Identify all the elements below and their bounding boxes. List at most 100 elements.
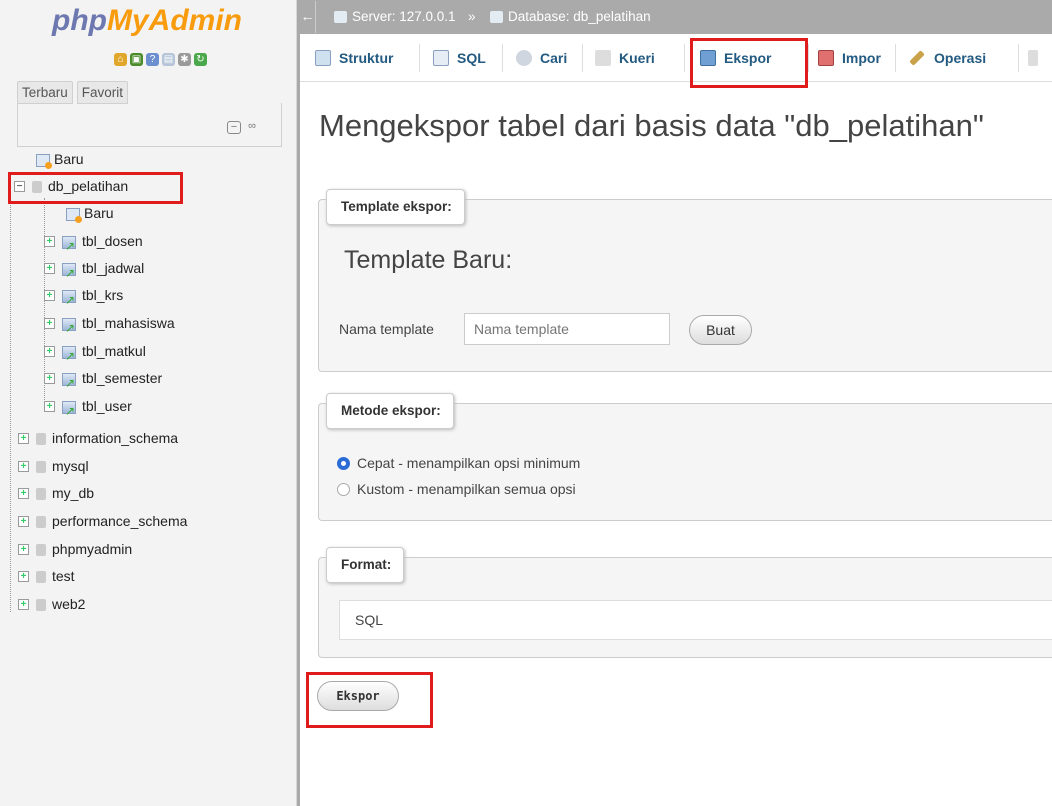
create-template-button[interactable]: Buat [689, 315, 752, 345]
expand-icon[interactable]: + [18, 544, 29, 555]
expand-icon[interactable]: + [44, 373, 55, 384]
tree-item-my-db[interactable]: + my_db [18, 481, 94, 505]
tab-recent[interactable]: Terbaru [17, 81, 73, 104]
tree-item-label: tbl_user [82, 398, 132, 414]
tree-item-information-schema[interactable]: + information_schema [18, 426, 178, 450]
database-icon [36, 571, 46, 584]
tree-item-label: Baru [84, 205, 114, 221]
tree-item-label: my_db [52, 485, 95, 501]
import-icon [818, 50, 834, 66]
tab-cari[interactable]: Cari [516, 34, 567, 82]
tree-item-label: web2 [52, 596, 86, 612]
logo-text-myadmin: MyAdmin [106, 4, 242, 37]
tree-item-label: information_schema [52, 430, 179, 446]
logout-icon[interactable]: ▣ [130, 53, 143, 66]
more-icon [1028, 50, 1038, 66]
expand-icon[interactable]: + [18, 571, 29, 582]
logo-text-php: php [52, 4, 107, 37]
nav-tabs: Terbaru Favorit [17, 81, 129, 104]
radio-quick[interactable]: Cepat - menampilkan opsi minimum [337, 453, 580, 473]
expand-icon[interactable]: + [18, 488, 29, 499]
expand-icon[interactable]: + [44, 401, 55, 412]
database-icon [36, 544, 46, 557]
tree-item-label: tbl_krs [82, 287, 124, 303]
tree-item-tbl-jadwal[interactable]: + tbl_jadwal [44, 256, 144, 285]
breadcrumb-database[interactable]: Database: db_pelatihan [490, 0, 651, 34]
wrench-icon [909, 50, 925, 66]
tree-item-tbl-semester[interactable]: + tbl_semester [44, 366, 163, 395]
reload-icon[interactable]: ↻ [194, 53, 207, 66]
expand-icon[interactable]: + [44, 263, 55, 274]
main-tabs: Struktur SQL Cari Kueri Ekspor Impor Ope… [300, 34, 1052, 88]
tree-item-mysql[interactable]: + mysql [18, 454, 89, 478]
tree-item-phpmyadmin[interactable]: + phpmyadmin [18, 537, 132, 561]
breadcrumb-server[interactable]: Server: 127.0.0.1 [334, 0, 456, 34]
tree-item-label: Baru [54, 151, 84, 167]
sql-icon [433, 50, 449, 66]
table-icon [62, 371, 76, 395]
template-name-input[interactable] [464, 313, 670, 345]
tree-item-label: tbl_mahasiswa [82, 315, 175, 331]
tab-operasi[interactable]: Operasi [909, 34, 986, 82]
tree-item-label: mysql [52, 458, 89, 474]
tree-item-tbl-dosen[interactable]: + tbl_dosen [44, 229, 143, 258]
table-icon [62, 316, 76, 340]
section-legend: Format: [326, 547, 405, 583]
tab-more[interactable] [1028, 34, 1046, 82]
radio-custom[interactable]: Kustom - menampilkan semua opsi [337, 479, 576, 499]
back-arrow-icon[interactable]: ← [300, 1, 316, 33]
docs-icon[interactable]: ▤ [162, 53, 175, 66]
tree-item-tbl-mahasiswa[interactable]: + tbl_mahasiswa [44, 311, 175, 340]
tab-impor[interactable]: Impor [818, 34, 881, 82]
radio-label: Cepat - menampilkan opsi minimum [357, 455, 581, 471]
navigation-panel: phpMyAdmin ⌂ ▣ ? ▤ ✱ ↻ Terbaru Favorit −… [0, 0, 296, 806]
tree-item-new-table[interactable]: Baru [66, 201, 114, 225]
link-with-main-icon[interactable]: ∞ [245, 121, 259, 134]
phpmyadmin-logo[interactable]: phpMyAdmin [52, 4, 262, 48]
radio-button-checked[interactable] [337, 457, 350, 470]
highlight-box-export-button [306, 672, 433, 728]
section-legend: Template ekspor: [326, 189, 465, 225]
tree-item-performance-schema[interactable]: + performance_schema [18, 509, 187, 533]
structure-icon [315, 50, 331, 66]
tree-item-label: tbl_semester [82, 370, 163, 386]
expand-icon[interactable]: + [44, 236, 55, 247]
expand-icon[interactable]: + [44, 290, 55, 301]
tree-item-web2[interactable]: + web2 [18, 592, 85, 616]
format-section: Format: SQL [318, 547, 1052, 658]
expand-icon[interactable]: + [44, 346, 55, 357]
tab-kueri[interactable]: Kueri [595, 34, 655, 82]
help-icon[interactable]: ? [146, 53, 159, 66]
query-icon [595, 50, 611, 66]
template-heading: Template Baru: [344, 246, 513, 274]
database-icon [490, 11, 503, 23]
radio-button[interactable] [337, 483, 350, 496]
tab-favorites[interactable]: Favorit [76, 81, 129, 104]
tree-item-label: test [52, 568, 75, 584]
tab-struktur[interactable]: Struktur [315, 34, 393, 82]
collapse-all-icon[interactable]: − [227, 121, 241, 134]
home-icon[interactable]: ⌂ [114, 53, 127, 66]
format-select[interactable]: SQL [339, 600, 1052, 640]
export-template-section: Template ekspor: Template Baru: Nama tem… [318, 189, 1052, 372]
tree-item-tbl-user[interactable]: + tbl_user [44, 394, 132, 423]
table-icon [62, 399, 76, 423]
panel-resizer[interactable] [296, 0, 300, 806]
expand-icon[interactable]: + [18, 516, 29, 527]
database-icon [36, 599, 46, 612]
table-icon [62, 261, 76, 285]
tree-item-test[interactable]: + test [18, 564, 75, 588]
tab-sql[interactable]: SQL [433, 34, 486, 82]
expand-icon[interactable]: + [18, 461, 29, 472]
tree-item-tbl-matkul[interactable]: + tbl_matkul [44, 339, 146, 368]
expand-icon[interactable]: + [18, 433, 29, 444]
breadcrumb-separator: » [468, 9, 476, 24]
tree-item-tbl-krs[interactable]: + tbl_krs [44, 283, 124, 312]
highlight-box-db [8, 172, 183, 204]
settings-gear-icon[interactable]: ✱ [178, 53, 191, 66]
expand-icon[interactable]: + [18, 599, 29, 610]
template-name-label: Nama template [339, 321, 434, 337]
expand-icon[interactable]: + [44, 318, 55, 329]
tree-item-new-database[interactable]: Baru [36, 147, 84, 171]
section-legend: Metode ekspor: [326, 393, 454, 429]
